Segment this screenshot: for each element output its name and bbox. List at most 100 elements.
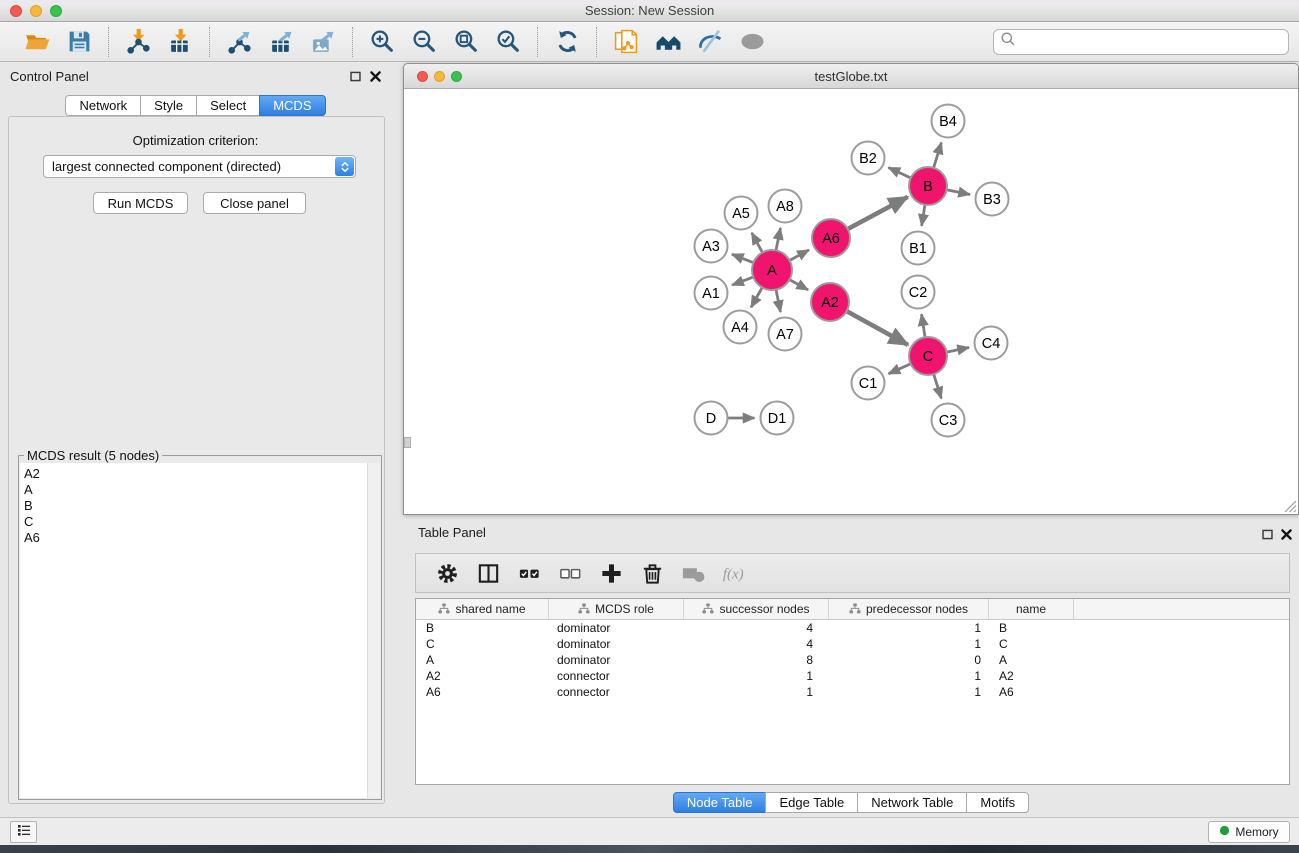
- node-B2[interactable]: B2: [852, 142, 885, 175]
- table-cell: B: [989, 621, 1074, 635]
- table-cell: C: [416, 637, 549, 651]
- table-row[interactable]: A2connector11A2: [416, 668, 1289, 684]
- node-A8[interactable]: A8: [769, 190, 802, 223]
- node-D1[interactable]: D1: [761, 402, 794, 435]
- export-table-icon[interactable]: [266, 27, 296, 57]
- export-image-icon[interactable]: [308, 27, 338, 57]
- table-settings-icon[interactable]: [434, 560, 460, 586]
- column-header-label: shared name: [455, 602, 525, 616]
- node-A7[interactable]: A7: [769, 318, 802, 351]
- hide-panels-icon[interactable]: [695, 27, 725, 57]
- tab-node-table[interactable]: Node Table: [673, 792, 767, 813]
- task-history-button[interactable]: [10, 821, 37, 843]
- resize-grip-icon[interactable]: [1283, 499, 1297, 513]
- float-table-panel-icon[interactable]: [1259, 526, 1275, 542]
- search-input[interactable]: [1020, 32, 1288, 52]
- close-panel-icon[interactable]: [367, 68, 383, 84]
- search-box[interactable]: [993, 29, 1289, 55]
- node-table: shared name MCDS rolesuccessor nodesprede…: [415, 598, 1290, 785]
- node-label: B4: [939, 114, 957, 130]
- mcds-result-item[interactable]: A6: [24, 530, 380, 546]
- close-table-panel-icon[interactable]: [1278, 526, 1294, 542]
- node-B[interactable]: B: [909, 167, 947, 205]
- save-session-icon[interactable]: [64, 27, 94, 57]
- table-panel: Table Panel f(x) shared nameMCDS rolesuc…: [403, 520, 1299, 817]
- tab-motifs[interactable]: Motifs: [966, 792, 1029, 813]
- node-A6[interactable]: A6: [812, 219, 850, 257]
- table-row[interactable]: Adominator80A: [416, 652, 1289, 668]
- node-B1[interactable]: B1: [902, 232, 935, 265]
- show-all-panels-icon[interactable]: [653, 27, 683, 57]
- tab-network[interactable]: Network: [65, 95, 141, 116]
- column-header-name[interactable]: name: [989, 599, 1074, 619]
- node-A4[interactable]: A4: [724, 311, 757, 344]
- network-window-titlebar[interactable]: testGlobe.txt: [404, 64, 1298, 89]
- create-column-icon[interactable]: [598, 560, 624, 586]
- tab-mcds[interactable]: MCDS: [259, 95, 325, 116]
- import-network-icon[interactable]: [123, 27, 153, 57]
- node-C2[interactable]: C2: [902, 276, 935, 309]
- node-B4[interactable]: B4: [932, 105, 965, 138]
- table-cell: A: [416, 653, 549, 667]
- table-cell: A6: [416, 685, 549, 699]
- deselect-all-columns-icon[interactable]: [557, 560, 583, 586]
- node-C4[interactable]: C4: [975, 327, 1008, 360]
- memory-button[interactable]: Memory: [1208, 821, 1290, 843]
- mcds-result-item[interactable]: B: [24, 498, 380, 514]
- node-A1[interactable]: A1: [695, 277, 728, 310]
- zoom-out-icon[interactable]: [409, 27, 439, 57]
- table-row[interactable]: A6connector11A6: [416, 684, 1289, 700]
- node-A3[interactable]: A3: [695, 230, 728, 263]
- zoom-fit-content-icon[interactable]: [451, 27, 481, 57]
- table-row[interactable]: Bdominator41B: [416, 620, 1289, 636]
- node-A[interactable]: A: [752, 250, 792, 290]
- delete-columns-icon[interactable]: [639, 560, 665, 586]
- column-header-predecessor-nodes[interactable]: predecessor nodes: [829, 599, 989, 619]
- column-header-shared-name[interactable]: shared name: [416, 599, 549, 619]
- network-canvas[interactable]: A A2 A6 B C A1 A3 A4 A5 A7 A8 B1 B2 B3 B4 C1 C2 C3 C4 D D1: [404, 89, 1298, 514]
- export-network-icon[interactable]: [224, 27, 254, 57]
- node-label: A5: [732, 206, 750, 222]
- delete-table-icon: [680, 560, 706, 586]
- node-label: B3: [983, 192, 1001, 208]
- node-D[interactable]: D: [695, 402, 728, 435]
- tab-select[interactable]: Select: [196, 95, 260, 116]
- open-session-icon[interactable]: [22, 27, 52, 57]
- table-row[interactable]: Cdominator41C: [416, 636, 1289, 652]
- vertical-splitter-handle[interactable]: [404, 437, 411, 448]
- table-cell: 1: [829, 685, 989, 699]
- app-titlebar: Session: New Session: [0, 0, 1299, 22]
- float-panel-icon[interactable]: [347, 68, 363, 84]
- optimization-criterion-select[interactable]: largest connected component (directed): [43, 155, 356, 178]
- node-label: A4: [731, 320, 749, 336]
- main-toolbar: [0, 22, 1299, 62]
- node-B3[interactable]: B3: [976, 183, 1009, 216]
- node-A2[interactable]: A2: [811, 283, 849, 321]
- run-mcds-button[interactable]: Run MCDS: [93, 192, 188, 214]
- import-table-icon[interactable]: [165, 27, 195, 57]
- tab-network-table[interactable]: Network Table: [857, 792, 967, 813]
- zoom-in-icon[interactable]: [367, 27, 397, 57]
- mcds-result-item[interactable]: C: [24, 514, 380, 530]
- mcds-result-item[interactable]: A2: [24, 466, 380, 482]
- node-C1[interactable]: C1: [852, 367, 885, 400]
- mcds-list-scrollbar[interactable]: [367, 463, 380, 798]
- select-all-columns-icon[interactable]: [516, 560, 542, 586]
- table-cell: B: [416, 621, 549, 635]
- column-header-MCDS-role[interactable]: MCDS role: [549, 599, 684, 619]
- tab-style[interactable]: Style: [140, 95, 197, 116]
- refresh-network-view-icon[interactable]: [552, 27, 582, 57]
- new-network-from-selection-icon[interactable]: [611, 27, 641, 57]
- tab-edge-table[interactable]: Edge Table: [765, 792, 858, 813]
- close-panel-button[interactable]: Close panel: [203, 192, 306, 214]
- table-cell: connector: [549, 685, 684, 699]
- node-label: D: [706, 411, 716, 427]
- node-A5[interactable]: A5: [725, 197, 758, 230]
- zoom-selected-region-icon[interactable]: [493, 27, 523, 57]
- column-header-successor-nodes[interactable]: successor nodes: [684, 599, 829, 619]
- mcds-result-item[interactable]: A: [24, 482, 380, 498]
- mcds-result-title: MCDS result (5 nodes): [24, 448, 162, 463]
- node-C3[interactable]: C3: [932, 404, 965, 437]
- show-columns-icon[interactable]: [475, 560, 501, 586]
- node-C[interactable]: C: [909, 337, 947, 375]
